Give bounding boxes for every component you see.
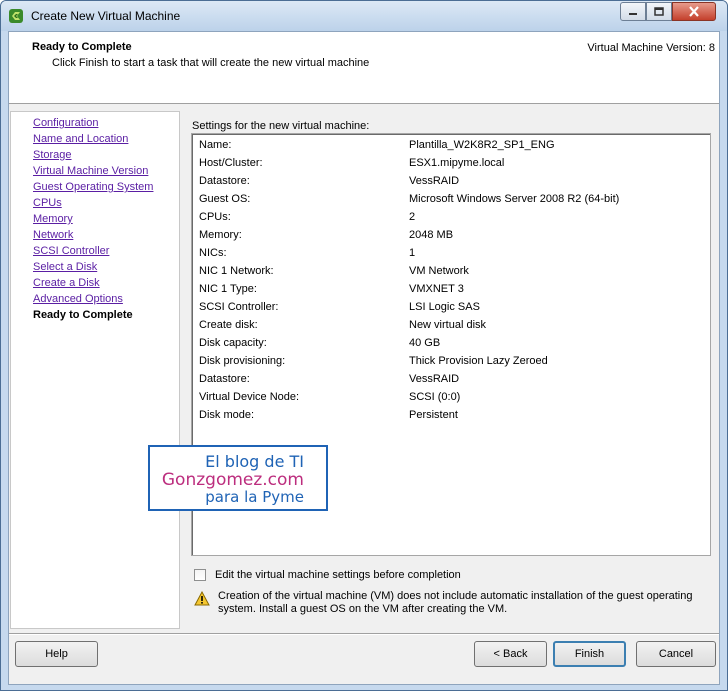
setting-value: VMXNET 3 — [409, 283, 464, 295]
setting-key: Guest OS: — [199, 193, 251, 205]
step-ready-to-complete: Ready to Complete — [33, 309, 133, 321]
guest-os-warning: Creation of the virtual machine (VM) doe… — [218, 590, 693, 615]
close-icon — [689, 6, 699, 17]
table-row: Datastore: VessRAID — [199, 373, 709, 391]
table-row: Create disk: New virtual disk — [199, 319, 709, 337]
setting-value: LSI Logic SAS — [409, 301, 480, 313]
table-row: NICs: 1 — [199, 247, 709, 265]
wizard-header: Ready to Complete Click Finish to start … — [9, 32, 719, 104]
setting-key: Datastore: — [199, 175, 250, 187]
step-memory[interactable]: Memory — [33, 213, 73, 225]
table-row: Disk provisioning: Thick Provision Lazy Z… — [199, 355, 709, 373]
setting-value: VessRAID — [409, 373, 460, 385]
title-bar[interactable]: Create New Virtual Machine — [1, 1, 727, 31]
watermark-line: El blog de TI — [205, 452, 304, 471]
setting-key: Memory: — [199, 229, 242, 241]
vm-version-label: Virtual Machine Version: 8 — [587, 42, 715, 54]
setting-value: Plantilla_W2K8R2_SP1_ENG — [409, 139, 555, 151]
step-scsi-controller[interactable]: SCSI Controller — [33, 245, 109, 257]
setting-value: New virtual disk — [409, 319, 487, 331]
setting-value: ESX1.mipyme.local — [409, 157, 505, 169]
footer-divider — [9, 633, 719, 635]
maximize-icon — [654, 6, 664, 16]
setting-value: 1 — [409, 247, 416, 259]
back-button[interactable]: < Back — [474, 641, 547, 667]
setting-key: CPUs: — [199, 211, 231, 223]
setting-value: SCSI (0:0) — [409, 391, 461, 403]
setting-value: Thick Provision Lazy Zeroed — [409, 355, 548, 367]
maximize-button[interactable] — [646, 2, 672, 21]
setting-key: Disk mode: — [199, 409, 255, 421]
setting-key: NIC 1 Network: — [199, 265, 274, 277]
setting-value: 2048 MB — [409, 229, 454, 241]
table-row: Memory: 2048 MB — [199, 229, 709, 247]
minimize-icon — [629, 12, 637, 15]
cancel-button[interactable]: Cancel — [636, 641, 716, 667]
wizard-steps-panel: Configuration Name and Location Storage … — [10, 111, 180, 629]
setting-key: Disk provisioning: — [199, 355, 286, 367]
table-row: CPUs: 2 — [199, 211, 709, 229]
blog-watermark: El blog de TI Gonzgomez.com para la Pyme — [148, 445, 328, 511]
page-subtitle: Click Finish to start a task that will c… — [52, 57, 370, 69]
setting-key: Virtual Device Node: — [199, 391, 300, 403]
step-storage[interactable]: Storage — [33, 149, 72, 161]
close-button[interactable] — [672, 2, 716, 21]
step-advanced-options[interactable]: Advanced Options — [33, 293, 123, 305]
help-button[interactable]: Help — [15, 641, 98, 667]
step-name-and-location[interactable]: Name and Location — [33, 133, 128, 145]
vsphere-app-icon — [9, 9, 23, 23]
table-row: NIC 1 Network: VM Network — [199, 265, 709, 283]
setting-key: Name: — [199, 139, 232, 151]
setting-key: Create disk: — [199, 319, 258, 331]
table-row: SCSI Controller: LSI Logic SAS — [199, 301, 709, 319]
setting-value: 40 GB — [409, 337, 441, 349]
setting-value: Persistent — [409, 409, 458, 421]
setting-value: 2 — [409, 211, 416, 223]
warning-icon — [194, 591, 210, 606]
table-row: Disk capacity: 40 GB — [199, 337, 709, 355]
watermark-line: Gonzgomez.com — [161, 470, 304, 490]
finish-button[interactable]: Finish — [553, 641, 626, 667]
step-virtual-machine-version[interactable]: Virtual Machine Version — [33, 165, 148, 177]
setting-key: Datastore: — [199, 373, 250, 385]
table-row: Datastore: VessRAID — [199, 175, 709, 193]
table-row: Name: Plantilla_W2K8R2_SP1_ENG — [199, 139, 709, 157]
step-cpus[interactable]: CPUs — [33, 197, 62, 209]
step-guest-operating-system[interactable]: Guest Operating System — [33, 181, 153, 193]
setting-key: Disk capacity: — [199, 337, 267, 349]
table-row: Virtual Device Node: SCSI (0:0) — [199, 391, 709, 409]
step-network[interactable]: Network — [33, 229, 73, 241]
table-row: Disk mode: Persistent — [199, 409, 709, 427]
page-title: Ready to Complete — [32, 41, 132, 53]
table-row: Guest OS: Microsoft Windows Server 2008 R… — [199, 193, 709, 211]
table-row: Host/Cluster: ESX1.mipyme.local — [199, 157, 709, 175]
setting-value: VM Network — [409, 265, 469, 277]
step-create-a-disk[interactable]: Create a Disk — [33, 277, 100, 289]
step-select-a-disk[interactable]: Select a Disk — [33, 261, 97, 273]
step-configuration[interactable]: Configuration — [33, 117, 98, 129]
window-title: Create New Virtual Machine — [31, 9, 181, 23]
setting-value: Microsoft Windows Server 2008 R2 (64-bit… — [409, 193, 620, 205]
minimize-button[interactable] — [620, 2, 646, 21]
dialog-window: Create New Virtual Machine Ready to Comp… — [0, 0, 728, 691]
setting-key: Host/Cluster: — [199, 157, 263, 169]
settings-label: Settings for the new virtual machine: — [192, 120, 370, 132]
setting-key: SCSI Controller: — [199, 301, 279, 313]
setting-key: NICs: — [199, 247, 227, 259]
setting-value: VessRAID — [409, 175, 460, 187]
setting-key: NIC 1 Type: — [199, 283, 257, 295]
wizard-content: Ready to Complete Click Finish to start … — [8, 31, 720, 685]
table-row: NIC 1 Type: VMXNET 3 — [199, 283, 709, 301]
edit-settings-label[interactable]: Edit the virtual machine settings before… — [215, 569, 461, 581]
edit-settings-checkbox[interactable] — [194, 569, 206, 581]
watermark-line: para la Pyme — [205, 488, 304, 506]
edit-settings-option[interactable]: Edit the virtual machine settings before… — [194, 567, 461, 583]
